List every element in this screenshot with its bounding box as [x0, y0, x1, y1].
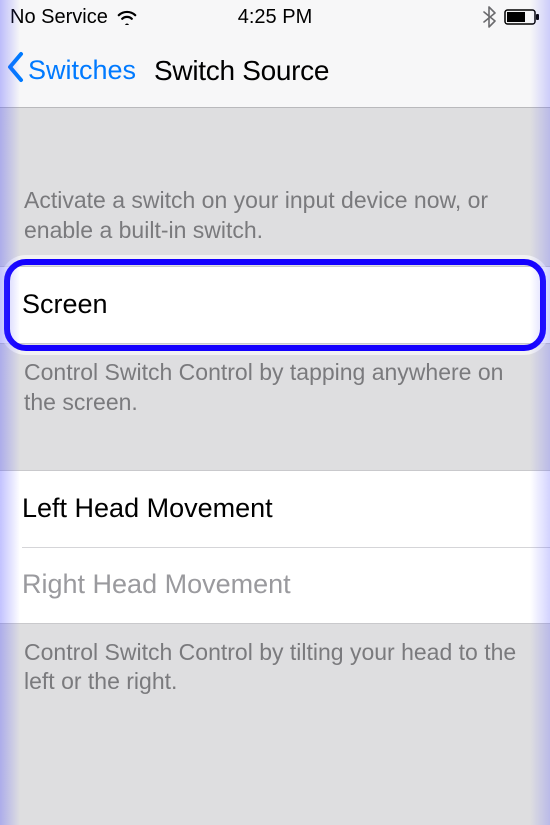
back-button[interactable]: Switches [0, 50, 136, 91]
back-label: Switches [28, 55, 136, 86]
section1-header: Activate a switch on your input device n… [0, 108, 550, 266]
cell-left-label: Left Head Movement [22, 493, 273, 524]
wifi-icon [116, 9, 138, 25]
section1-group: Screen [0, 266, 550, 344]
cell-screen-label: Screen [22, 289, 108, 320]
content: Activate a switch on your input device n… [0, 108, 550, 711]
nav-bar: Switches Switch Source [0, 34, 550, 108]
bluetooth-icon [483, 6, 496, 28]
battery-icon [504, 9, 540, 25]
section2-footer: Control Switch Control by tilting your h… [0, 624, 550, 712]
carrier-label: No Service [10, 6, 108, 29]
status-bar: No Service 4:25 PM [0, 0, 550, 34]
section1-footer: Control Switch Control by tapping anywhe… [0, 344, 550, 432]
cell-right-label: Right Head Movement [22, 569, 291, 600]
cell-screen[interactable]: Screen [0, 267, 550, 343]
chevron-left-icon [6, 50, 26, 91]
cell-right-head-movement[interactable]: Right Head Movement [0, 547, 550, 623]
section2-group: Left Head Movement Right Head Movement [0, 470, 550, 624]
cell-left-head-movement[interactable]: Left Head Movement [0, 471, 550, 547]
page-title: Switch Source [154, 55, 329, 87]
